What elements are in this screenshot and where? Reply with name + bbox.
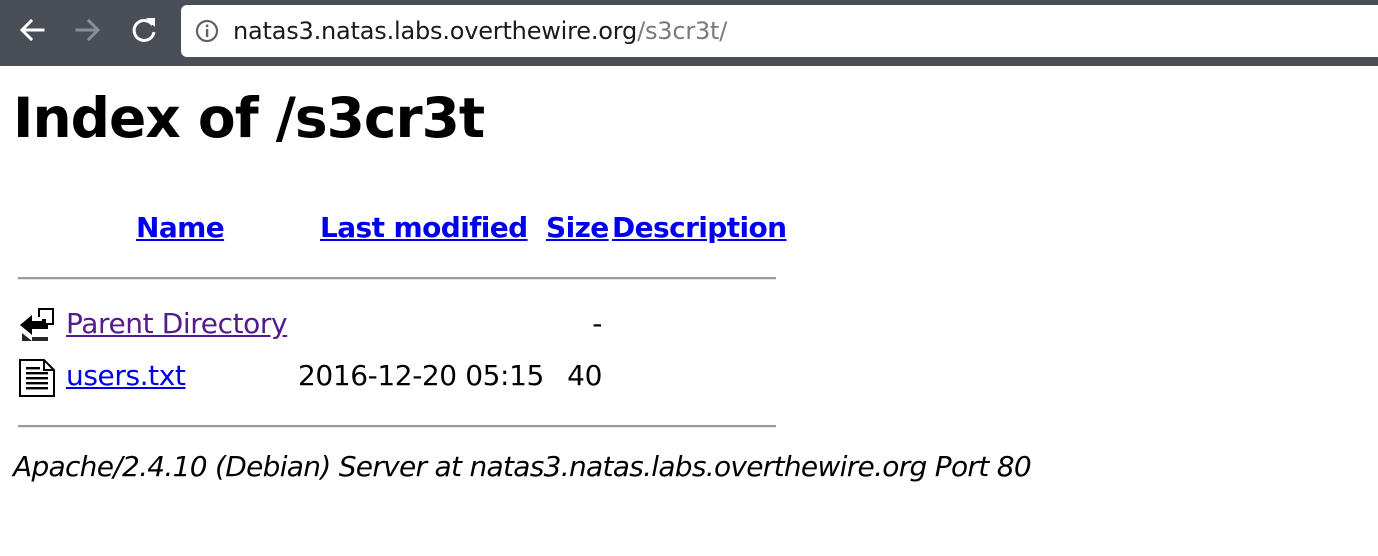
column-header-last-modified[interactable]: Last modified	[320, 208, 528, 248]
browser-toolbar: natas3.natas.labs.overthewire.org/s3cr3t…	[0, 0, 1378, 66]
footer-divider	[18, 425, 776, 428]
forward-button[interactable]	[71, 13, 105, 47]
column-header-description[interactable]: Description	[612, 208, 787, 248]
info-circle-icon[interactable]	[195, 19, 219, 43]
back-arrow-icon	[20, 308, 54, 341]
reload-button[interactable]	[127, 13, 161, 47]
parent-directory-link[interactable]: Parent Directory	[66, 304, 288, 344]
row-size: -	[592, 307, 602, 340]
back-button[interactable]	[15, 13, 49, 47]
server-signature: Apache/2.4.10 (Debian) Server at natas3.…	[13, 450, 1032, 483]
header-divider	[18, 277, 776, 280]
row-size: 40	[567, 359, 602, 392]
url-host: natas3.natas.labs.overthewire.org	[233, 17, 638, 45]
arrow-right-icon	[75, 18, 101, 42]
arrow-left-icon	[19, 18, 45, 42]
address-bar[interactable]: natas3.natas.labs.overthewire.org/s3cr3t…	[181, 5, 1378, 57]
row-last-modified: 2016-12-20 05:15	[298, 359, 544, 392]
users-txt-link[interactable]: users.txt	[66, 356, 186, 396]
column-header-name[interactable]: Name	[136, 208, 225, 248]
url-path: /s3cr3t/	[637, 17, 728, 45]
text-file-icon	[19, 359, 55, 397]
page-title: Index of /s3cr3t	[13, 86, 485, 150]
url-text[interactable]: natas3.natas.labs.overthewire.org/s3cr3t…	[233, 15, 727, 47]
column-header-size[interactable]: Size	[546, 208, 609, 248]
reload-icon	[132, 18, 156, 42]
